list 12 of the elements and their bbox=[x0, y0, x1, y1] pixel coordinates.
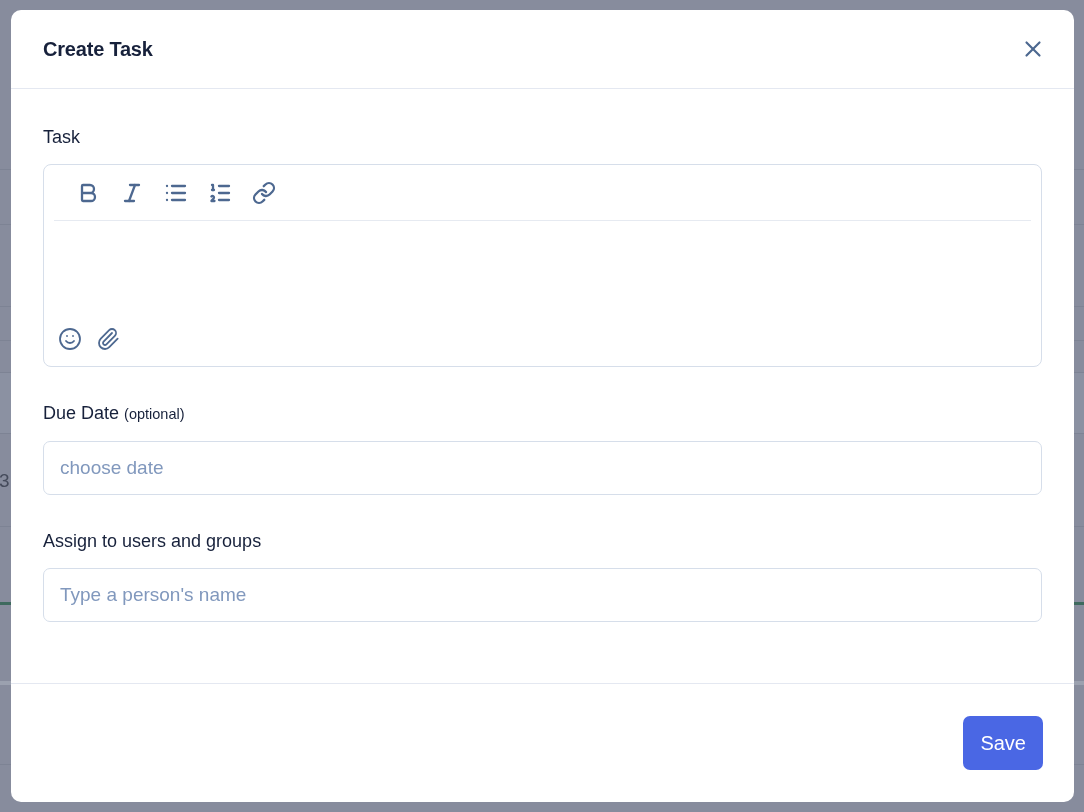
field-label: Task bbox=[43, 126, 80, 148]
save-button[interactable]: Save bbox=[963, 716, 1043, 770]
smiley-icon[interactable] bbox=[58, 327, 82, 351]
dialog-title: Create Task bbox=[43, 37, 153, 61]
field-label: Due Date bbox=[43, 403, 120, 423]
field-label: Assign to users and groups bbox=[43, 530, 262, 552]
optional-note: (optional) bbox=[124, 406, 185, 422]
input-field[interactable]: Type a person's name bbox=[43, 568, 1042, 622]
partial-text: 3 bbox=[0, 470, 10, 490]
paperclip-icon[interactable] bbox=[96, 327, 120, 351]
input-field[interactable]: choose date bbox=[43, 441, 1042, 495]
link-icon[interactable] bbox=[252, 180, 276, 205]
